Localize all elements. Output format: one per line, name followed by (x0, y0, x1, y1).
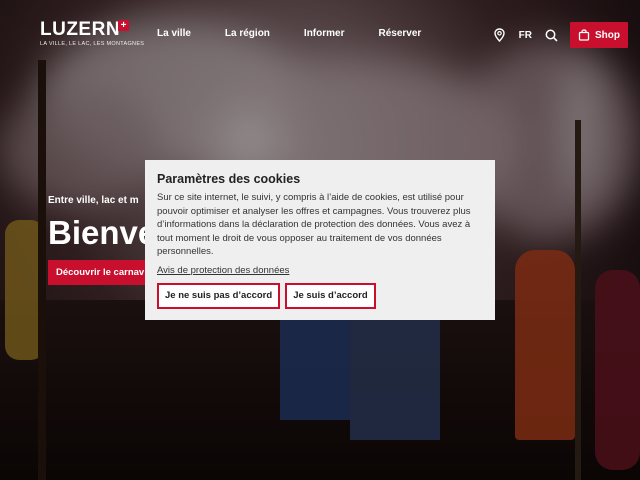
shop-label: Shop (595, 29, 620, 41)
cookie-dialog-title: Paramètres des cookies (157, 172, 301, 186)
nav-item-la-ville[interactable]: La ville (157, 28, 191, 39)
nav-item-la-region[interactable]: La région (225, 28, 270, 39)
nav-item-informer[interactable]: Informer (304, 28, 345, 39)
utility-bar: FR Shop (493, 22, 628, 48)
swiss-cross-icon: + (118, 20, 129, 31)
site-header: LUZERN + LA VILLE, LE LAC, LES MONTAGNES… (0, 0, 640, 68)
luzern-logo[interactable]: LUZERN + LA VILLE, LE LAC, LES MONTAGNES (40, 20, 145, 48)
shopping-bag-icon (578, 29, 590, 41)
cookie-dialog-body: Sur ce site internet, le suivi, y compri… (157, 192, 471, 257)
main-nav: La ville La région Informer Réserver (157, 28, 455, 39)
hero-subtitle: Entre ville, lac et m (48, 195, 139, 206)
search-icon[interactable] (544, 28, 558, 42)
privacy-policy-link[interactable]: Avis de protection des données (157, 265, 289, 276)
map-pin-icon[interactable] (493, 28, 507, 42)
logo-tagline: LA VILLE, LE LAC, LES MONTAGNES (40, 41, 145, 47)
language-selector[interactable]: FR (519, 30, 532, 41)
hero-title: Bienve (48, 214, 157, 251)
decline-cookies-button[interactable]: Je ne suis pas d’accord (157, 282, 281, 309)
cookie-dialog-buttons: Je ne suis pas d’accord Je suis d’accord (157, 282, 483, 309)
accept-cookies-button[interactable]: Je suis d’accord (285, 282, 376, 309)
cookie-consent-dialog: Paramètres des cookies Sur ce site inter… (145, 160, 495, 320)
nav-item-reserver[interactable]: Réserver (378, 28, 421, 39)
shop-button[interactable]: Shop (570, 22, 628, 48)
hero-cta-button[interactable]: Découvrir le carnav (48, 260, 158, 285)
